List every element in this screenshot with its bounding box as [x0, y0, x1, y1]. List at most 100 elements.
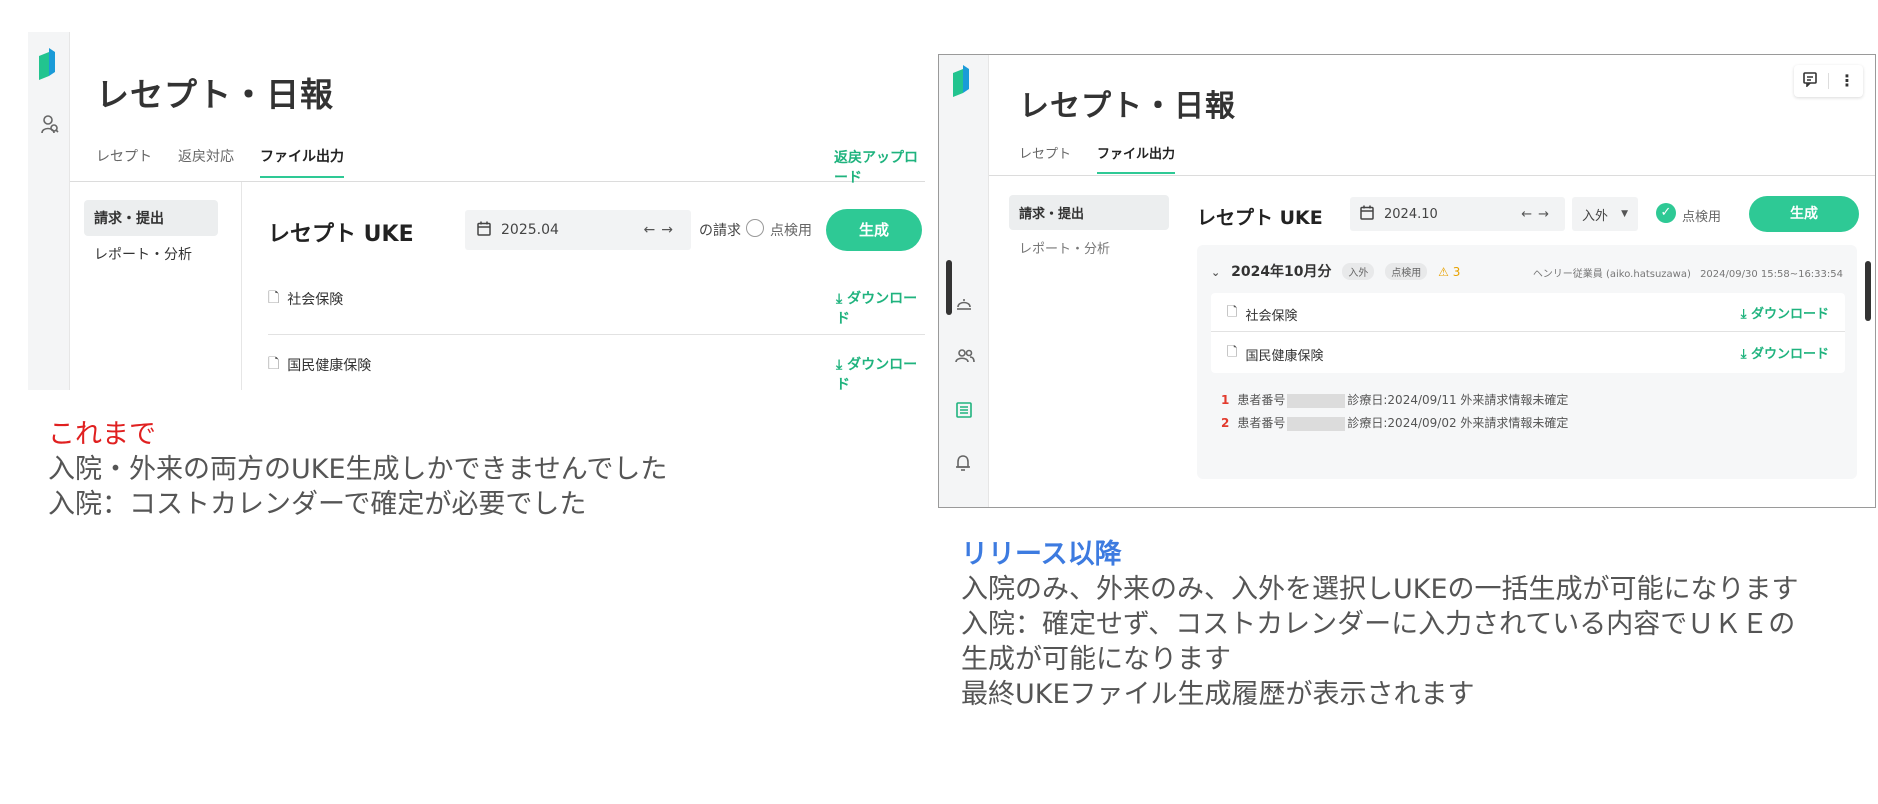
chevron-down-icon: ⌄	[1211, 266, 1221, 279]
download-button[interactable]: ⤓ ダウンロード	[836, 354, 925, 390]
history-meta: ヘンリー従業員 (aiko.hatsuzawa) 2024/09/30 15:5…	[1533, 265, 1843, 280]
before-screenshot: レセプト・日報 レセプト 返戻対応 ファイル出力 返戻アップロード 請求・提出 …	[28, 32, 925, 390]
caption-line: 最終UKEファイル生成履歴が表示されます	[961, 679, 1475, 710]
arrow-left-icon[interactable]: ←	[644, 222, 662, 238]
page-title: レセプト・日報	[96, 75, 334, 114]
more-vert-icon[interactable]: ⋮	[1839, 73, 1855, 89]
subnav-billing[interactable]: 請求・提出	[1009, 195, 1169, 230]
sub-navigation: 請求・提出 レポート・分析	[84, 200, 218, 272]
file-name: 社会保険	[1245, 308, 1298, 324]
document-icon: 🗋	[268, 356, 280, 372]
document-icon: 🗋	[1227, 345, 1238, 360]
comment-icon[interactable]	[1802, 71, 1818, 91]
warning-icon: ⚠	[1438, 265, 1449, 279]
download-button[interactable]: ⤓ ダウンロード	[836, 288, 925, 328]
month-picker[interactable]: 2024.10 ←→	[1350, 197, 1565, 231]
tab-receipt[interactable]: レセプト	[96, 146, 152, 178]
caption-line: 入院のみ、外来のみ、入外を選択しUKEの一括生成が可能になります	[961, 574, 1799, 605]
document-icon: 🗋	[1227, 305, 1238, 320]
bed-icon[interactable]	[955, 295, 973, 314]
download-icon: ⤓	[836, 357, 843, 373]
caption-before: これまで 入院・外来の両方のUKE生成しかできませんでした 入院：コストカレンダ…	[48, 418, 667, 522]
tab-receipt[interactable]: レセプト	[1019, 143, 1071, 174]
history-header[interactable]: ⌄ 2024年10月分 入外 点検用 ⚠ 3	[1211, 261, 1460, 281]
generate-button[interactable]: 生成	[1749, 196, 1859, 232]
after-screenshot: レセプト・日報 ⋮ レセプト ファイル出力 請求・提出 レポート・分析 レセプト…	[938, 54, 1876, 508]
row-divider	[268, 334, 925, 335]
list-icon[interactable]	[955, 401, 973, 422]
download-icon: ⤓	[1740, 307, 1747, 322]
caption-heading: リリース以降	[961, 539, 1122, 570]
divider	[1828, 73, 1829, 89]
select-value: 入外	[1582, 208, 1609, 224]
return-upload-link[interactable]: 返戻アップロード	[834, 147, 925, 187]
check-label: 点検用	[770, 223, 812, 239]
history-staff: ヘンリー従業員 (aiko.hatsuzawa)	[1532, 269, 1691, 280]
caption-after: リリース以降 入院のみ、外来のみ、入外を選択しUKEの一括生成が可能になります …	[961, 538, 1799, 712]
tab-bar: レセプト 返戻対応 ファイル出力	[96, 146, 370, 178]
tab-divider	[989, 175, 1875, 176]
arrow-left-icon[interactable]: ←	[1521, 207, 1538, 222]
check-radio[interactable]	[746, 219, 764, 237]
sub-navigation: 請求・提出 レポート・分析	[1009, 195, 1169, 265]
user-search-icon[interactable]	[41, 114, 59, 137]
side-rail	[939, 55, 989, 507]
users-icon[interactable]	[955, 349, 975, 366]
month-nav: ←→	[1521, 207, 1555, 222]
calendar-icon	[1360, 205, 1374, 224]
billing-suffix: の請求	[699, 223, 741, 239]
logo-icon	[951, 65, 971, 97]
month-nav: ←→	[644, 222, 679, 238]
file-name: 国民健康保険	[1245, 348, 1324, 364]
caption-line: 入院：確定せず、コストカレンダーに入力されている内容でＵＫＥの	[961, 609, 1796, 640]
caption-line: 生成が可能になります	[961, 644, 1231, 675]
arrow-right-icon[interactable]: →	[1538, 207, 1555, 222]
top-actions: ⋮	[1794, 65, 1863, 97]
history-files: 🗋 社会保険 ⤓ ダウンロード 🗋 国民健康保険 ⤓ ダウンロード	[1211, 293, 1845, 373]
file-name: 社会保険	[287, 292, 344, 308]
chip-check: 点検用	[1385, 263, 1428, 280]
file-name: 国民健康保険	[287, 358, 372, 374]
download-icon: ⤓	[836, 291, 843, 307]
download-button[interactable]: ⤓ ダウンロード	[1741, 303, 1829, 322]
subnav-reports[interactable]: レポート・分析	[84, 236, 218, 272]
check-icon[interactable]: ✓	[1656, 203, 1676, 223]
month-value: 2024.10	[1384, 206, 1438, 222]
subnav-billing[interactable]: 請求・提出	[84, 200, 218, 236]
issue-row: 1 患者番号 診療日:2024/09/11 外来請求情報未確定	[1221, 393, 1569, 408]
side-rail	[28, 32, 70, 390]
content-scrollbar[interactable]	[1865, 261, 1871, 321]
month-picker[interactable]: 2025.04 ←→	[465, 210, 691, 250]
content-divider	[241, 182, 242, 390]
logo-icon	[37, 48, 57, 80]
history-timestamp: 2024/09/30 15:58~16:33:54	[1700, 269, 1843, 280]
chip-inout: 入外	[1342, 263, 1375, 280]
generate-button[interactable]: 生成	[826, 209, 922, 251]
tab-bar: レセプト ファイル出力	[1019, 143, 1201, 174]
row-divider	[1211, 331, 1845, 332]
caption-line: 入院・外来の両方のUKE生成しかできませんでした	[48, 454, 668, 485]
inout-select[interactable]: 入外 ▼	[1572, 197, 1638, 231]
issue-row: 2 患者番号 診療日:2024/09/02 外来請求情報未確定	[1221, 416, 1569, 431]
file-row-social: 🗋 社会保険	[268, 287, 343, 311]
page-title: レセプト・日報	[1019, 89, 1236, 124]
warning-badge: ⚠ 3	[1438, 265, 1461, 279]
download-icon: ⤓	[1740, 347, 1747, 362]
tab-returns[interactable]: 返戻対応	[178, 146, 234, 178]
subnav-reports[interactable]: レポート・分析	[1009, 230, 1169, 265]
arrow-right-icon[interactable]: →	[661, 222, 679, 238]
section-title: レセプト UKE	[1197, 207, 1323, 229]
download-button[interactable]: ⤓ ダウンロード	[1741, 343, 1829, 362]
tab-file-output[interactable]: ファイル出力	[260, 146, 344, 178]
tab-file-output[interactable]: ファイル出力	[1097, 143, 1176, 174]
rail-scrollbar[interactable]	[946, 260, 952, 315]
month-value: 2025.04	[501, 222, 559, 238]
check-label: 点検用	[1682, 210, 1722, 225]
caption-line: 入院：コストカレンダーで確定が必要でした	[48, 489, 587, 520]
section-title: レセプト UKE	[268, 222, 414, 247]
history-month: 2024年10月分	[1231, 264, 1332, 280]
caption-heading: これまで	[48, 419, 156, 450]
bell-icon[interactable]	[955, 454, 971, 475]
redacted-patient-id	[1287, 393, 1346, 408]
file-row-social: 🗋 社会保険	[1227, 303, 1297, 325]
